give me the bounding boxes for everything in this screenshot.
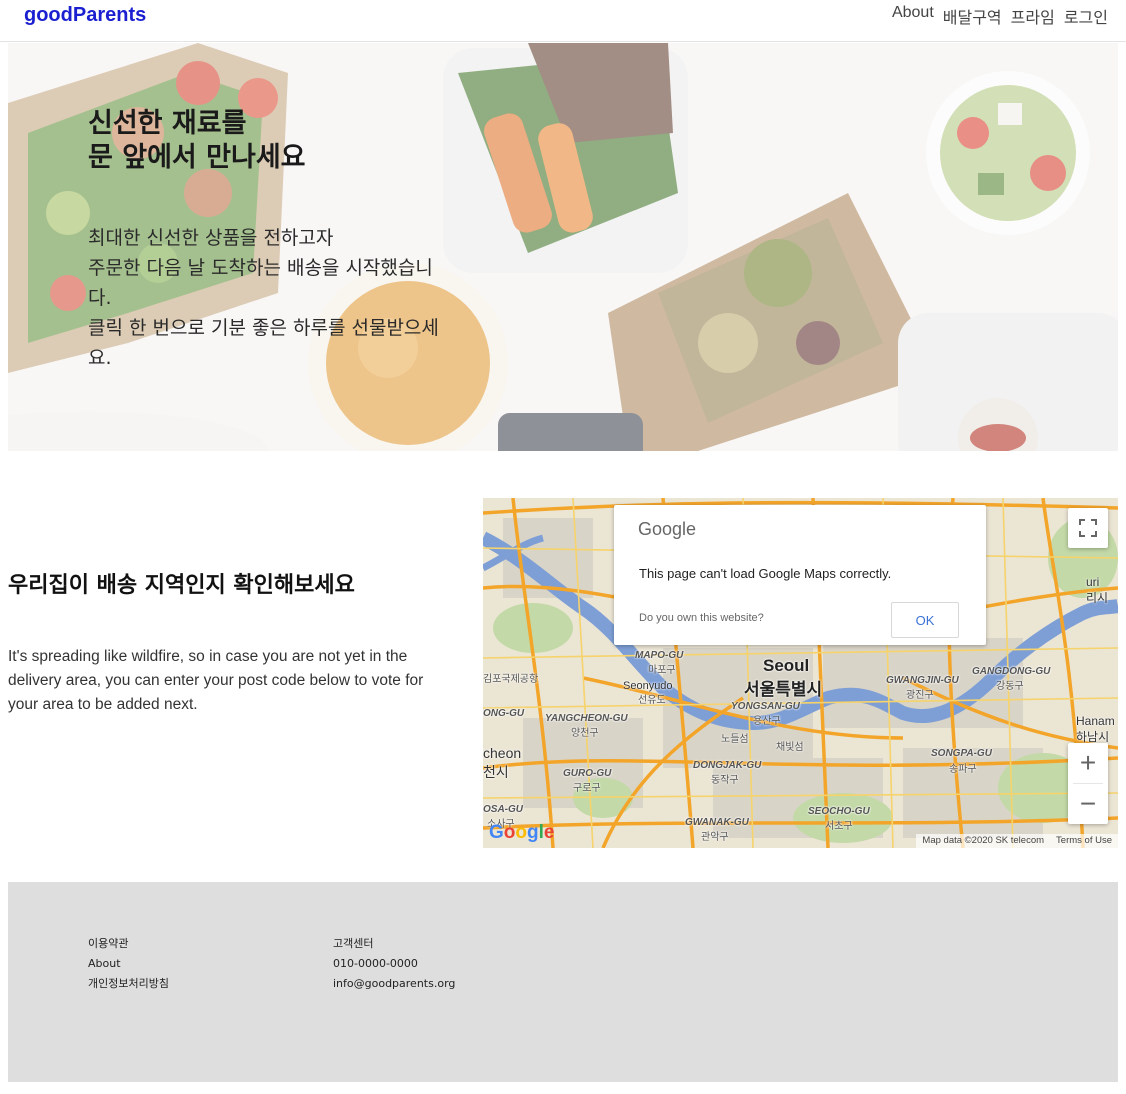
map-label-yangcheon-en: YANGCHEON-GU: [545, 713, 628, 724]
google-logo-text: Google: [638, 519, 697, 539]
hero-text-line: 요.: [88, 347, 112, 369]
top-navbar: goodParents About 배달구역 프라임 로그인: [0, 0, 1126, 42]
map-label-nodeulseom: 노들섬: [721, 734, 749, 745]
hero-title-line: 신선한 재료를: [88, 108, 247, 139]
footer-about-link[interactable]: About: [88, 954, 169, 974]
map-label-mapo-ko: 마포구: [648, 665, 676, 676]
footer-terms-link[interactable]: 이용약관: [88, 934, 169, 954]
map-error-dialog: Google This page can't load Google Maps …: [614, 505, 986, 645]
nav-prime-link[interactable]: 프라임: [1011, 4, 1055, 28]
map-label-dongjak-ko: 동작구: [711, 775, 739, 786]
footer-links-column: 이용약관 About 개인정보처리방침: [88, 934, 169, 994]
map-terms-link[interactable]: Terms of Use: [1056, 835, 1112, 847]
google-map-logo: Google: [489, 822, 555, 843]
zoom-controls: + −: [1068, 743, 1108, 824]
map-data-credit: Map data ©2020 SK telecom: [922, 835, 1045, 846]
map-label-osa-en: OSA-GU: [483, 804, 523, 815]
hero-banner: 신선한 재료를 문 앞에서 만나세요 최대한 신선한 상품을 전하고자 주문한 …: [8, 43, 1118, 451]
map-label-gwanak-ko: 관악구: [701, 832, 729, 843]
map-error-ok-button[interactable]: OK: [891, 602, 959, 638]
map-label-yangcheon-ko: 양천구: [571, 728, 599, 739]
map-label-cheon-ko: 천시: [483, 764, 509, 780]
map-label-gwangjin-en: GWANGJIN-GU: [886, 675, 959, 686]
map-label-yongsan-en: YONGSAN-GU: [731, 701, 800, 712]
zoom-in-button[interactable]: +: [1068, 743, 1108, 783]
nav-login-link[interactable]: 로그인: [1064, 4, 1108, 28]
brand-logo-link[interactable]: goodParents: [24, 4, 146, 27]
hero-text-line: 다.: [88, 287, 112, 309]
map-attribution: Map data ©2020 SK telecom Terms of Use: [916, 834, 1118, 848]
map-label-songpa-en: SONGPA-GU: [931, 748, 992, 759]
map-label-mapo-en: MAPO-GU: [635, 650, 684, 661]
map-label-chaebitseom: 채빛섬: [776, 742, 804, 753]
hero-text-line: 최대한 신선한 상품을 전하고자: [88, 227, 334, 249]
map-label-ong-gu: ONG-GU: [483, 708, 525, 719]
map-label-guro-ko: 구로구: [573, 783, 601, 794]
footer-phone: 010-0000-0000: [333, 957, 418, 970]
map-label-gangdong-en: GANGDONG-GU: [972, 666, 1051, 677]
nav-delivery-area-link[interactable]: 배달구역: [943, 4, 1002, 28]
map-label-seonyudo-ko: 선유도: [638, 695, 666, 706]
map-label-gwanak-en: GWANAK-GU: [685, 817, 749, 828]
map-label-seoul-en: Seoul: [763, 656, 810, 675]
fullscreen-button[interactable]: [1068, 508, 1108, 548]
delivery-check-title: 우리집이 배송 지역인지 확인해보세요: [8, 573, 355, 598]
main-menu: About 배달구역 프라임 로그인: [892, 4, 1108, 28]
map-label-seocho-ko: 서초구: [825, 821, 853, 832]
map-label-gimpo: 김포국제공항: [483, 674, 539, 685]
google-map[interactable]: Seoul 서울특별시 MAPO-GU 마포구 Seonyudo 선유도 김포국…: [483, 498, 1118, 848]
map-label-hanam-en: Hanam: [1076, 714, 1115, 728]
hero-title: 신선한 재료를 문 앞에서 만나세요: [88, 107, 306, 175]
map-label-songpa-ko: 송파구: [949, 764, 977, 775]
nav-about-link[interactable]: About: [892, 4, 934, 28]
footer-privacy-link[interactable]: 개인정보처리방침: [88, 974, 169, 994]
fullscreen-icon: [1079, 519, 1097, 537]
hero-description: 최대한 신선한 상품을 전하고자 주문한 다음 날 도착하는 배송을 시작했습니…: [88, 223, 488, 373]
map-label-dongjak-en: DONGJAK-GU: [693, 760, 762, 771]
map-error-question: Do you own this website?: [639, 612, 764, 624]
footer-contact-column: 고객센터 010-0000-0000 info@goodparents.org: [333, 934, 455, 994]
map-label-guri-ko: 리시: [1086, 591, 1109, 605]
map-label-gangdong-ko: 강동구: [996, 681, 1024, 692]
map-error-message: This page can't load Google Maps correct…: [639, 566, 892, 581]
map-label-seocho-en: SEOCHO-GU: [808, 806, 870, 817]
map-label-guro-en: GURO-GU: [563, 768, 612, 779]
footer-support-heading: 고객센터: [333, 937, 374, 950]
delivery-check-description: It's spreading like wildfire, so in case…: [8, 648, 424, 713]
footer-email-link[interactable]: info@goodparents.org: [333, 974, 455, 994]
map-label-yongsan-ko: 용산구: [753, 716, 781, 727]
map-label-cheon-en: cheon: [483, 745, 522, 761]
hero-text-line: 클릭 한 번으로 기분 좋은 하루를 선물받으세: [88, 317, 439, 339]
map-label-gwangjin-ko: 광진구: [906, 690, 934, 701]
hero-title-line: 문 앞에서 만나세요: [88, 142, 306, 173]
hero-text-line: 주문한 다음 날 도착하는 배송을 시작했습니: [88, 257, 433, 279]
zoom-out-button[interactable]: −: [1068, 784, 1108, 824]
map-label-seoul-ko: 서울특별시: [744, 680, 823, 699]
map-label-guri-en: uri: [1086, 575, 1100, 589]
site-footer: 이용약관 About 개인정보처리방침 고객센터 010-0000-0000 i…: [8, 882, 1118, 1082]
